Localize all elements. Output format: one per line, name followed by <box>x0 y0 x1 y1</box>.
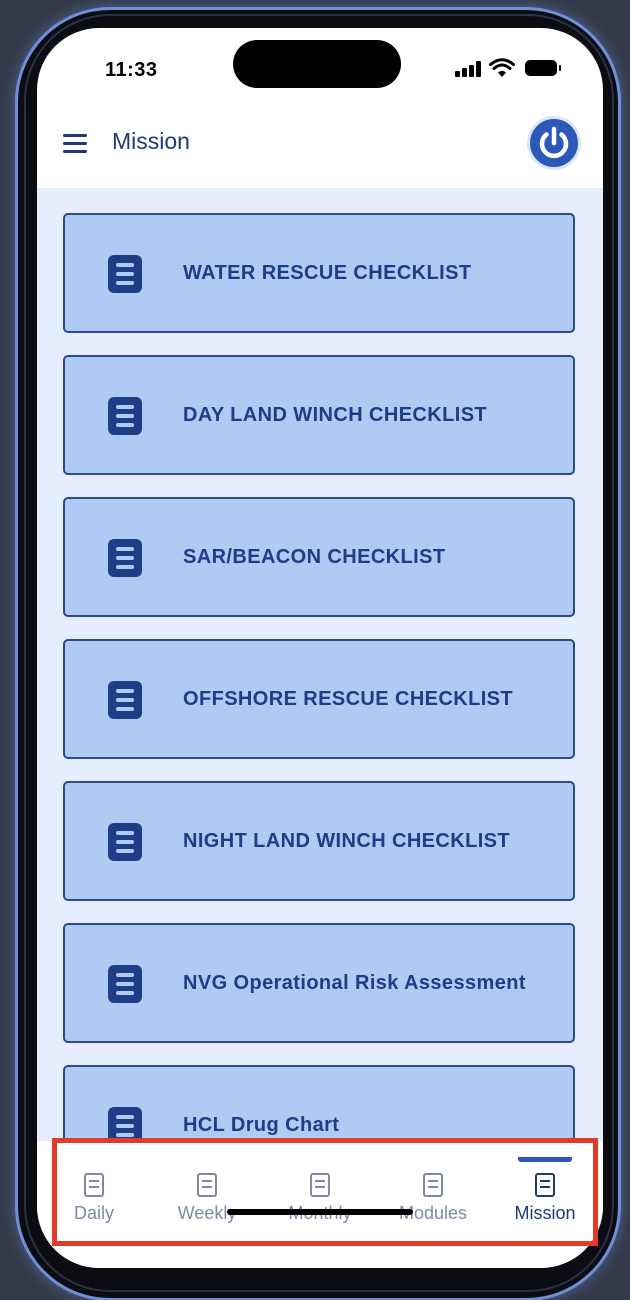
document-icon <box>108 681 142 719</box>
checklist-item[interactable]: OFFSHORE RESCUE CHECKLIST <box>63 639 575 759</box>
checklist-list: WATER RESCUE CHECKLIST DAY LAND WINCH CH… <box>63 213 575 1148</box>
power-button[interactable] <box>527 116 581 170</box>
tab-weekly[interactable]: Weekly <box>152 1157 262 1227</box>
checklist-item-label: SAR/BEACON CHECKLIST <box>183 546 446 568</box>
page-title: Mission <box>112 128 190 154</box>
checklist-item[interactable]: HCL Drug Chart <box>63 1065 575 1148</box>
checklist-icon <box>423 1173 443 1197</box>
checklist-icon <box>197 1173 217 1197</box>
checklist-item[interactable]: DAY LAND WINCH CHECKLIST <box>63 355 575 475</box>
bottom-tab-bar: Daily Weekly Monthly Modules Mission <box>37 1140 603 1268</box>
status-bar: 11:33 <box>37 28 603 114</box>
checklist-item[interactable]: NIGHT LAND WINCH CHECKLIST <box>63 781 575 901</box>
document-icon <box>108 539 142 577</box>
checklist-item[interactable]: SAR/BEACON CHECKLIST <box>63 497 575 617</box>
checklist-item-label: DAY LAND WINCH CHECKLIST <box>183 404 488 426</box>
checklist-item-label: NIGHT LAND WINCH CHECKLIST <box>183 830 511 852</box>
document-icon <box>108 255 142 293</box>
tab-label: Daily <box>73 1203 114 1223</box>
dynamic-island <box>233 40 401 88</box>
checklist-item[interactable]: NVG Operational Risk Assessment <box>63 923 575 1043</box>
home-indicator <box>227 1209 413 1215</box>
checklist-item-label: NVG Operational Risk Assessment <box>183 972 526 994</box>
tab-daily[interactable]: Daily <box>39 1157 149 1227</box>
document-icon <box>108 823 142 861</box>
document-icon <box>108 965 142 1003</box>
document-icon <box>108 397 142 435</box>
checklist-item[interactable]: WATER RESCUE CHECKLIST <box>63 213 575 333</box>
active-tab-indicator <box>518 1157 572 1162</box>
status-time: 11:33 <box>105 59 158 81</box>
wifi-icon <box>489 58 515 77</box>
phone-screen: 11:33 Mission WATER RESCUE CHECKLIST DAY… <box>37 28 603 1268</box>
power-icon <box>539 126 569 159</box>
checklist-content: WATER RESCUE CHECKLIST DAY LAND WINCH CH… <box>37 188 603 1148</box>
tab-label: Mission <box>514 1203 576 1223</box>
battery-icon <box>525 60 561 76</box>
checklist-icon <box>535 1173 555 1197</box>
tab-mission[interactable]: Mission <box>490 1157 600 1227</box>
checklist-item-label: WATER RESCUE CHECKLIST <box>183 262 472 284</box>
hamburger-menu-icon[interactable] <box>63 130 89 156</box>
app-header: Mission <box>37 114 603 188</box>
tab-modules[interactable]: Modules <box>378 1157 488 1227</box>
checklist-item-label: HCL Drug Chart <box>183 1114 340 1136</box>
checklist-icon <box>84 1173 104 1197</box>
tab-monthly[interactable]: Monthly <box>265 1157 375 1227</box>
checklist-item-label: OFFSHORE RESCUE CHECKLIST <box>183 688 514 710</box>
checklist-icon <box>310 1173 330 1197</box>
signal-icon <box>455 61 483 77</box>
